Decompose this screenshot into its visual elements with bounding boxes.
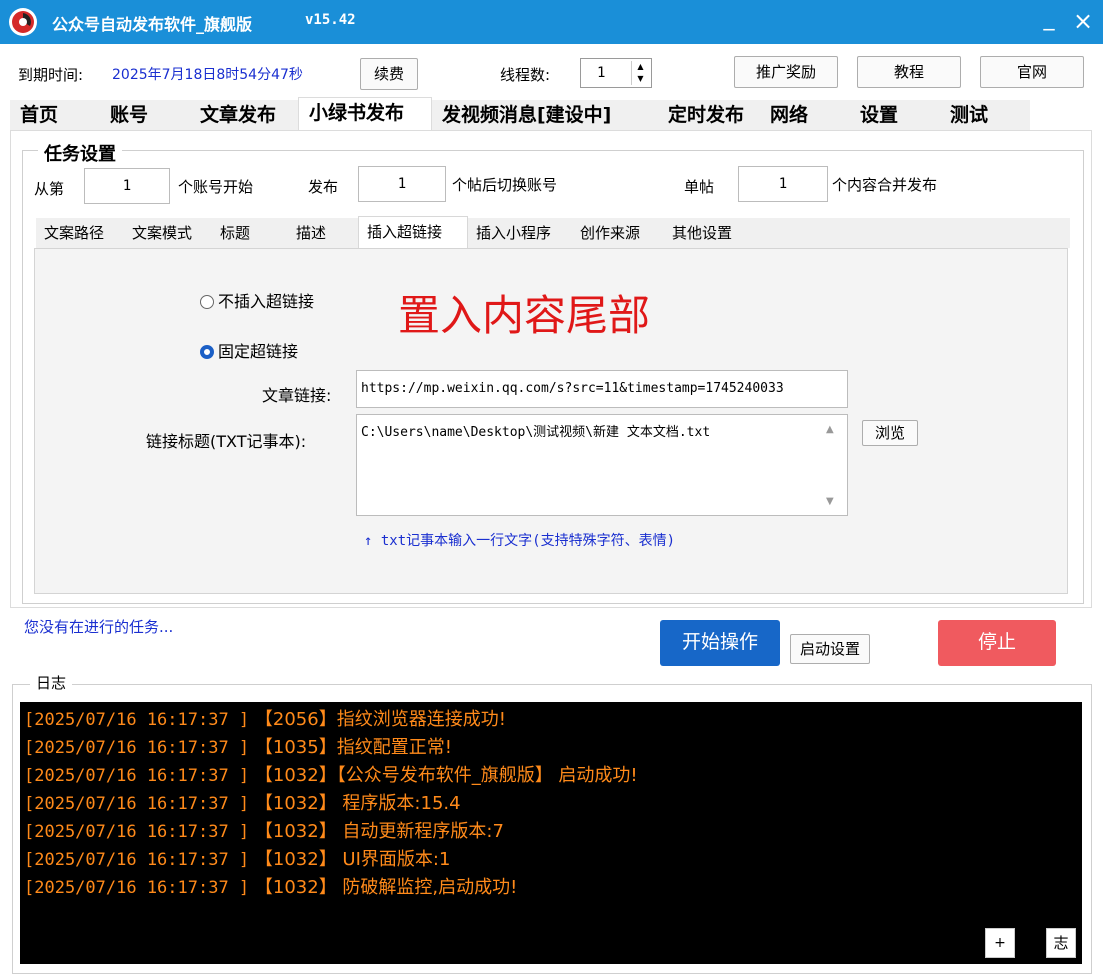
log-line: [2025/07/16 16:17:37 ] 【1032】 自动更新程序版本:7 — [24, 818, 1082, 846]
subtab-creation-source[interactable]: 创作来源 — [572, 218, 664, 248]
radio-no-hyperlink-label: 不插入超链接 — [218, 292, 315, 311]
log-line: [2025/07/16 16:17:37 ] 【1035】指纹配置正常! — [24, 734, 1082, 762]
log-timestamp: [2025/07/16 16:17:37 ] — [24, 822, 250, 842]
single-post-input[interactable]: 1 — [738, 166, 828, 202]
tab-green-book-publish[interactable]: 小绿书发布 — [298, 97, 432, 130]
log-timestamp: [2025/07/16 16:17:37 ] — [24, 738, 250, 758]
log-timestamp: [2025/07/16 16:17:37 ] — [24, 794, 250, 814]
from-account-input[interactable]: 1 — [84, 168, 170, 204]
txt-hint: ↑ txt记事本输入一行文字(支持特殊字符、表情) — [364, 533, 675, 549]
subtab-insert-hyperlink[interactable]: 插入超链接 — [358, 216, 468, 248]
publish-count-input[interactable]: 1 — [358, 166, 446, 202]
log-message: 【1032】 自动更新程序版本:7 — [249, 821, 504, 842]
log-line: [2025/07/16 16:17:37 ] 【1032】 防破解监控,启动成功… — [24, 874, 1082, 902]
tab-scheduled-publish[interactable]: 定时发布 — [658, 100, 760, 130]
log-line: [2025/07/16 16:17:37 ] 【1032】 程序版本:15.4 — [24, 790, 1082, 818]
log-message: 【1032】【公众号发布软件_旗舰版】 启动成功! — [249, 765, 638, 786]
log-timestamp: [2025/07/16 16:17:37 ] — [24, 850, 250, 870]
single-post-suffix: 个内容合并发布 — [832, 176, 938, 194]
from-account-label: 从第 — [34, 180, 65, 198]
threads-label: 线程数: — [500, 66, 551, 84]
radio-no-hyperlink[interactable]: 不插入超链接 — [200, 288, 314, 312]
tab-test[interactable]: 测试 — [940, 100, 1030, 130]
tab-account[interactable]: 账号 — [100, 100, 190, 130]
from-account-suffix: 个账号开始 — [178, 178, 254, 196]
single-post-label: 单帖 — [684, 178, 715, 196]
expire-value: 2025年7月18日8时54分47秒 — [112, 67, 303, 83]
log-toggle-button[interactable]: 志 — [1046, 928, 1076, 958]
tab-home[interactable]: 首页 — [10, 100, 100, 130]
article-link-input[interactable]: https://mp.weixin.qq.com/s?src=11&timest… — [356, 370, 848, 408]
startup-settings-button[interactable]: 启动设置 — [790, 634, 870, 664]
threads-stepper[interactable]: 1 ▲ ▼ — [580, 58, 652, 88]
log-line: [2025/07/16 16:17:37 ] 【1032】 UI界面版本:1 — [24, 846, 1082, 874]
scroll-up-icon[interactable]: ▲ — [826, 424, 834, 435]
log-timestamp: [2025/07/16 16:17:37 ] — [24, 766, 250, 786]
title-bar: 公众号自动发布软件_旗舰版 v15.42 _ × — [0, 0, 1103, 44]
close-button[interactable]: × — [1068, 6, 1098, 36]
radio-selected-icon[interactable] — [200, 345, 214, 359]
publish-count-label: 发布 — [308, 178, 339, 196]
log-message: 【1032】 程序版本:15.4 — [249, 793, 461, 814]
task-settings-legend: 任务设置 — [38, 140, 122, 166]
tutorial-button[interactable]: 教程 — [857, 56, 961, 88]
scroll-down-icon[interactable]: ▼ — [826, 496, 834, 507]
log-message: 【1032】 防破解监控,启动成功! — [249, 877, 518, 898]
article-link-label: 文章链接: — [262, 386, 332, 405]
status-text: 您没有在进行的任务... — [24, 618, 174, 636]
log-message: 【1032】 UI界面版本:1 — [249, 849, 451, 870]
log-timestamp: [2025/07/16 16:17:37 ] — [24, 710, 250, 730]
subtab-copy-path[interactable]: 文案路径 — [36, 218, 124, 248]
subtab-other-settings[interactable]: 其他设置 — [664, 218, 756, 248]
subtab-description[interactable]: 描述 — [288, 218, 358, 248]
log-expand-button[interactable]: + — [985, 928, 1015, 958]
promo-reward-button[interactable]: 推广奖励 — [734, 56, 838, 88]
log-message: 【1035】指纹配置正常! — [249, 737, 452, 758]
browse-button[interactable]: 浏览 — [862, 420, 918, 446]
window-version: v15.42 — [305, 12, 356, 28]
expire-label: 到期时间: — [18, 66, 84, 84]
link-title-label: 链接标题(TXT记事本): — [146, 432, 307, 451]
link-title-scrollbar[interactable]: ▲ ▼ — [818, 416, 846, 514]
window-title: 公众号自动发布软件_旗舰版 — [52, 15, 253, 34]
log-message: 【2056】指纹浏览器连接成功! — [249, 709, 506, 730]
radio-fixed-hyperlink[interactable]: 固定超链接 — [200, 338, 298, 362]
app-logo-icon — [9, 8, 37, 36]
subtab-insert-miniprogram[interactable]: 插入小程序 — [468, 218, 572, 248]
publish-count-suffix: 个帖后切换账号 — [452, 176, 558, 194]
main-tab-bar: 首页 账号 文章发布 小绿书发布 发视频消息[建设中] 定时发布 网络 设置 测… — [10, 97, 1030, 130]
tab-article-publish[interactable]: 文章发布 — [190, 100, 298, 130]
tab-network[interactable]: 网络 — [760, 100, 850, 130]
tab-settings[interactable]: 设置 — [850, 100, 940, 130]
renew-button[interactable]: 续费 — [360, 58, 418, 90]
stop-button[interactable]: 停止 — [938, 620, 1056, 666]
radio-unselected-icon[interactable] — [200, 295, 214, 309]
log-line: [2025/07/16 16:17:37 ] 【1032】【公众号发布软件_旗舰… — [24, 762, 1082, 790]
minimize-button[interactable]: _ — [1034, 6, 1064, 36]
stepper-arrows-icon[interactable]: ▲ ▼ — [631, 61, 649, 85]
subtab-title[interactable]: 标题 — [212, 218, 288, 248]
radio-fixed-hyperlink-label: 固定超链接 — [218, 342, 299, 361]
threads-value[interactable]: 1 — [597, 65, 605, 81]
log-line: [2025/07/16 16:17:37 ] 【2056】指纹浏览器连接成功! — [24, 706, 1082, 734]
log-timestamp: [2025/07/16 16:17:37 ] — [24, 878, 250, 898]
log-output[interactable]: [2025/07/16 16:17:37 ] 【2056】指纹浏览器连接成功! … — [20, 702, 1082, 964]
subtab-copy-mode[interactable]: 文案模式 — [124, 218, 212, 248]
append-to-end-annotation: 置入内容尾部 — [398, 291, 651, 340]
link-title-textarea[interactable]: C:\Users\name\Desktop\测试视频\新建 文本文档.txt — [356, 414, 848, 516]
log-legend: 日志 — [30, 672, 73, 693]
tab-video-message[interactable]: 发视频消息[建设中] — [432, 100, 658, 130]
start-button[interactable]: 开始操作 — [660, 620, 780, 666]
sub-tab-bar: 文案路径 文案模式 标题 描述 插入超链接 插入小程序 创作来源 其他设置 — [36, 216, 1070, 248]
website-button[interactable]: 官网 — [980, 56, 1084, 88]
